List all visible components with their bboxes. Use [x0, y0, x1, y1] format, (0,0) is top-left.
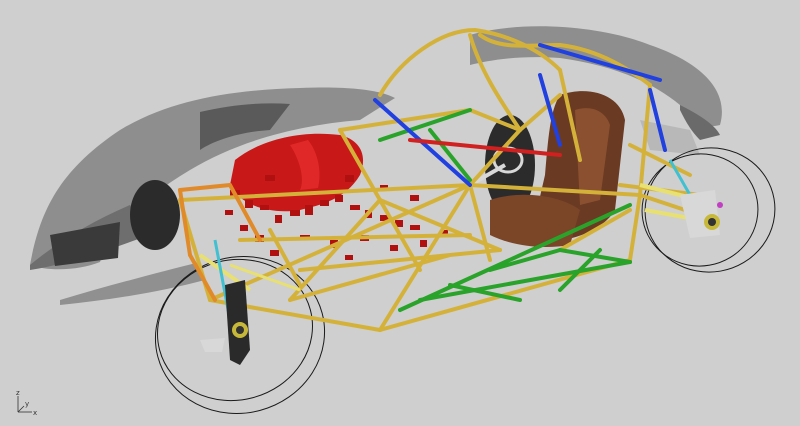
3d-viewport[interactable]: z y x	[0, 0, 800, 426]
car-chassis-model[interactable]	[0, 0, 800, 426]
triad-x-label: x	[33, 409, 37, 417]
coordinate-triad-icon: z y x	[16, 389, 37, 417]
triad-z-label: z	[16, 389, 20, 397]
triad-y-label: y	[25, 400, 29, 408]
